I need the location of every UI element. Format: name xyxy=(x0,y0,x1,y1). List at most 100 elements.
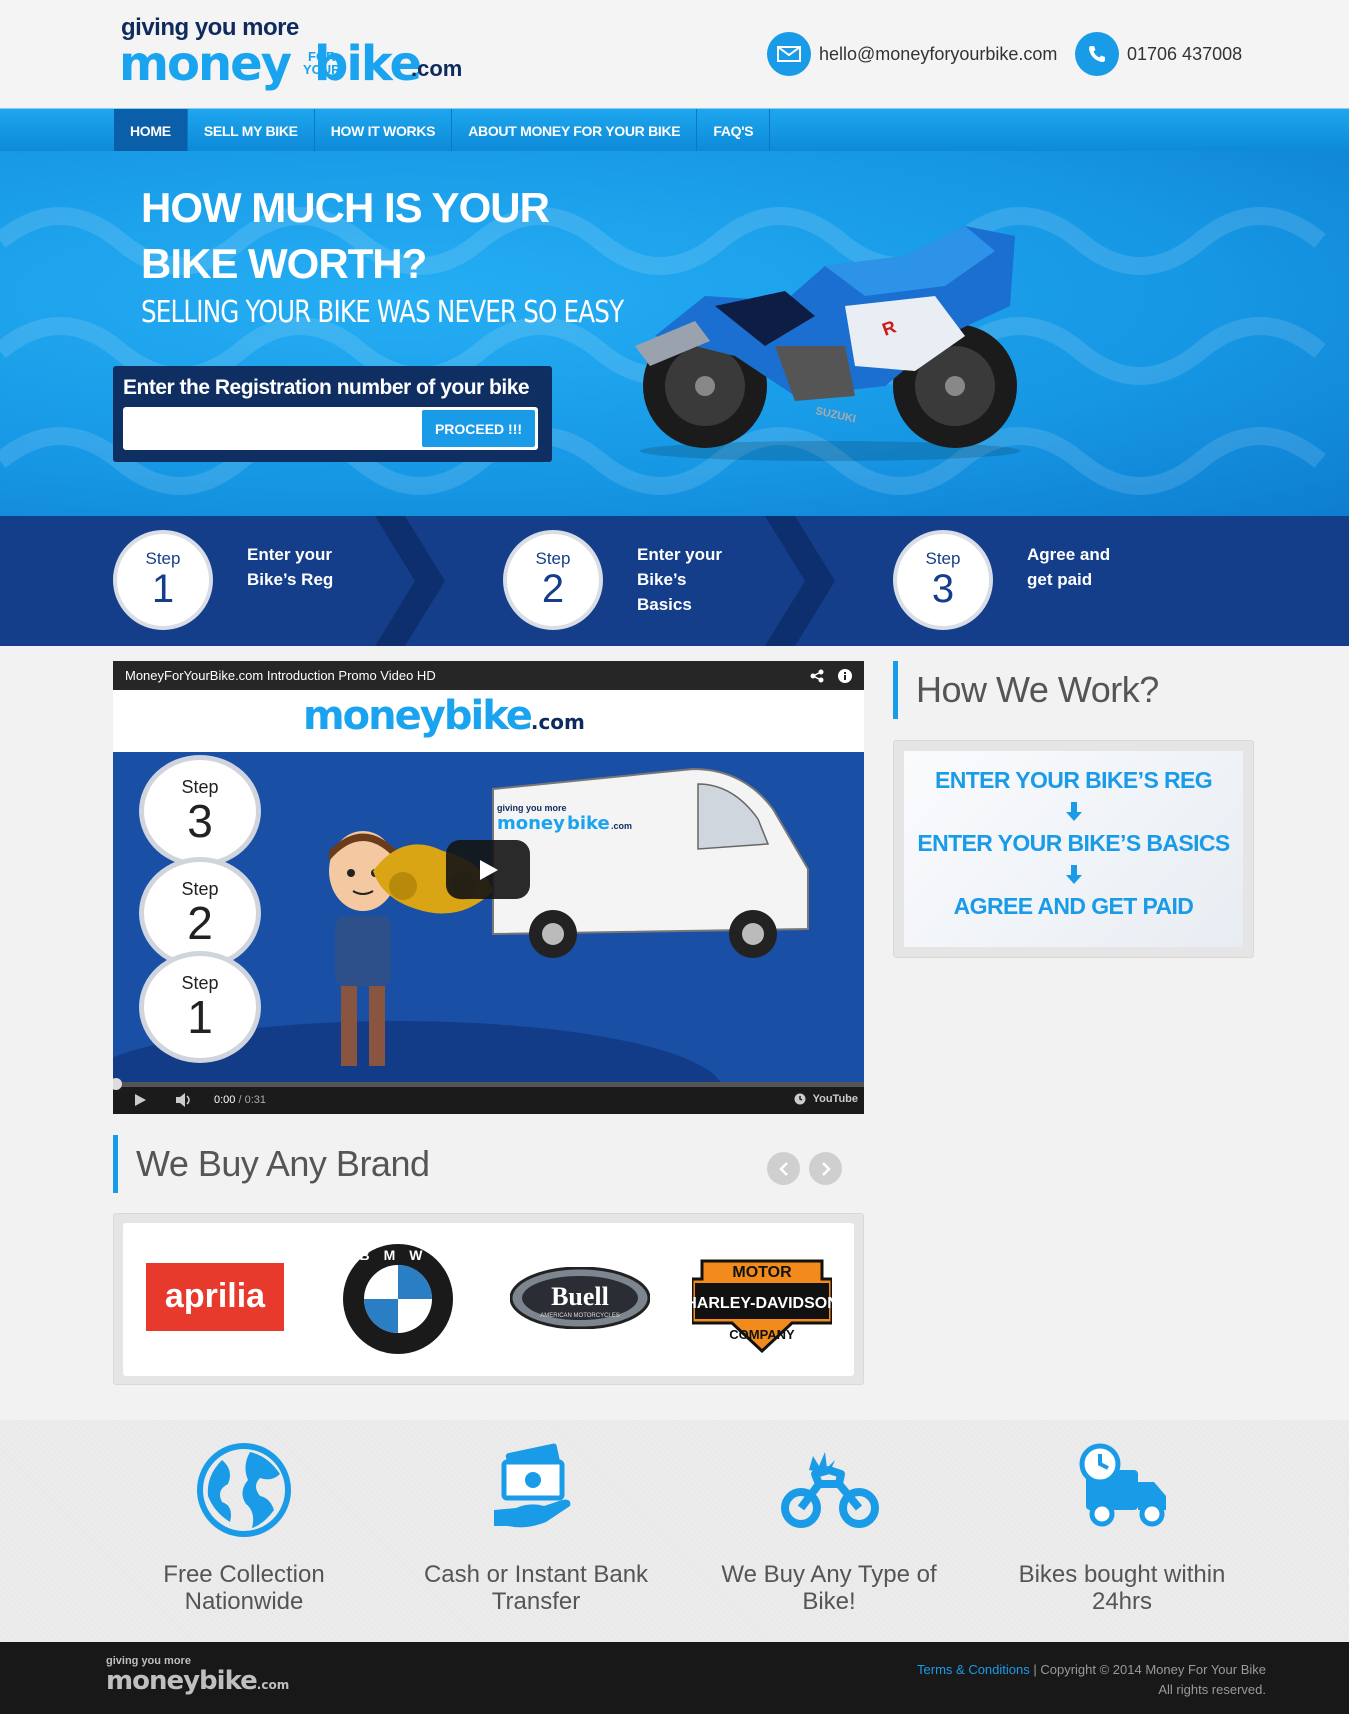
nav-faqs[interactable]: FAQ'S xyxy=(697,109,771,152)
how-we-work-graphic: ENTER YOUR BIKE’S REG ENTER YOUR BIKE’S … xyxy=(904,751,1243,947)
svg-text:giving you more: giving you more xyxy=(497,803,567,813)
van-image: giving you more money bike .com xyxy=(492,767,809,958)
aprilia-logo[interactable]: aprilia xyxy=(146,1263,284,1331)
scrubber-handle[interactable] xyxy=(113,1077,123,1091)
step-3: Step 3 Agree and get paid xyxy=(893,530,1110,630)
phone-icon xyxy=(1075,32,1119,76)
terms-link[interactable]: Terms & Conditions xyxy=(917,1662,1030,1677)
svg-text:BMW: BMW xyxy=(360,1247,437,1263)
bmw-logo[interactable]: BMW xyxy=(342,1243,454,1355)
steps-strip: Step 1 Enter your Bike’s Reg Step 2 Enter y… xyxy=(0,516,1349,646)
hero-heading: HOW MUCH IS YOUR BIKE WORTH? xyxy=(141,184,550,287)
hero-banner: HOW MUCH IS YOUR BIKE WORTH? SELLING YOU… xyxy=(0,151,1349,516)
hww-line-2: ENTER YOUR BIKE’S BASICS xyxy=(917,830,1230,856)
main-nav: HOME SELL MY BIKE HOW IT WORKS ABOUT MON… xyxy=(0,108,1349,152)
harley-davidson-logo[interactable]: MOTOR HARLEY-DAVIDSON COMPANY xyxy=(692,1253,832,1353)
feature-24hrs: Bikes bought within 24hrs xyxy=(992,1420,1252,1642)
volume-icon[interactable] xyxy=(175,1093,193,1107)
how-we-work-panel: ENTER YOUR BIKE’S REG ENTER YOUR BIKE’S … xyxy=(893,740,1254,958)
hww-line-1: ENTER YOUR BIKE’S REG xyxy=(934,767,1213,793)
share-icon[interactable] xyxy=(810,669,824,683)
play-button[interactable] xyxy=(446,840,530,899)
svg-text:AMERICAN MOTORCYCLES: AMERICAN MOTORCYCLES xyxy=(540,1313,620,1319)
buell-logo[interactable]: Buell AMERICAN MOTORCYCLES xyxy=(510,1267,650,1329)
logo-bike: bike xyxy=(314,36,422,92)
hww-line-3: AGREE AND GET PAID xyxy=(953,893,1194,919)
play-icon xyxy=(480,859,498,880)
svg-text:aprilia: aprilia xyxy=(165,1277,266,1315)
features-strip: Free Collection Nationwide Cash or Instan… xyxy=(0,1420,1349,1642)
svg-text:.com: .com xyxy=(611,821,632,831)
feature-label: Free Collection Nationwide xyxy=(163,1561,325,1615)
brands-prev-button[interactable] xyxy=(767,1152,800,1185)
watch-later-icon[interactable] xyxy=(794,1093,806,1105)
footer-logo[interactable]: giving you more moneybike.com xyxy=(106,1656,289,1699)
hero-subheading: SELLING YOUR BIKE WAS NEVER SO EASY xyxy=(141,295,624,330)
logo-com: .com xyxy=(411,56,463,81)
how-we-work-title: How We Work? xyxy=(893,661,1159,719)
video-step-3: Step 3 xyxy=(139,755,261,867)
arrow-down-icon xyxy=(1066,865,1082,884)
email-contact[interactable]: hello@moneyforyourbike.com xyxy=(767,32,1057,76)
brands-carousel: aprilia BMW Buell AMERICAN MOTORCYCLES M… xyxy=(113,1213,864,1385)
email-address[interactable]: hello@moneyforyourbike.com xyxy=(819,44,1057,65)
svg-text:MOTOR: MOTOR xyxy=(732,1264,792,1281)
brands-next-button[interactable] xyxy=(809,1152,842,1185)
step-badge: Step 3 xyxy=(893,530,993,630)
video-logo: moneybike.com xyxy=(303,693,585,739)
feature-any-bike: We Buy Any Type of Bike! xyxy=(699,1420,959,1642)
feature-label: Bikes bought within 24hrs xyxy=(1018,1561,1226,1615)
video-step-1: Step 1 xyxy=(139,951,261,1063)
brands-title: We Buy Any Brand xyxy=(113,1135,430,1193)
play-icon[interactable] xyxy=(133,1093,147,1107)
feature-label: We Buy Any Type of Bike! xyxy=(721,1561,937,1615)
phone-number[interactable]: 01706 437008 xyxy=(1127,44,1242,65)
youtube-logo[interactable]: YouTube xyxy=(813,1093,858,1105)
step-description: Enter your Bike’s Reg xyxy=(247,545,334,589)
footer-copyright: Terms & Conditions | Copyright © 2014 Mo… xyxy=(917,1662,1266,1697)
video-time: 0:00 / 0:31 xyxy=(214,1094,267,1106)
phone-contact[interactable]: 01706 437008 xyxy=(1075,32,1242,76)
svg-text:SUZUKI: SUZUKI xyxy=(814,405,857,425)
video-progress-bar[interactable] xyxy=(113,1082,864,1087)
delivery-truck-icon xyxy=(1079,1443,1166,1527)
video-title[interactable]: MoneyForYourBike.com Introduction Promo … xyxy=(113,661,864,690)
svg-text:money: money xyxy=(497,813,565,834)
nav-home[interactable]: HOME xyxy=(114,109,188,152)
globe-icon xyxy=(197,1443,291,1537)
site-footer: giving you more moneybike.com Terms & Co… xyxy=(0,1642,1349,1714)
cash-hand-icon xyxy=(494,1443,571,1528)
envelope-icon xyxy=(767,32,811,76)
nav-about[interactable]: ABOUT MONEY FOR YOUR BIKE xyxy=(452,109,698,152)
video-controls: 0:00 / 0:31 YouTube xyxy=(113,1078,864,1114)
chevron-left-icon xyxy=(778,1161,788,1176)
step-1: Step 1 Enter your Bike’s Reg xyxy=(113,530,333,630)
site-header: giving you more money FOR YOUR bike .com … xyxy=(0,0,1349,108)
proceed-button[interactable]: PROCEED !!! xyxy=(422,410,535,447)
svg-text:COMPANY: COMPANY xyxy=(729,1327,795,1342)
registration-label: Enter the Registration number of your bi… xyxy=(123,376,530,399)
svg-text:Buell: Buell xyxy=(551,1282,609,1311)
step-description: Enter your Bike’s Basics xyxy=(637,545,723,614)
feature-free-collection: Free Collection Nationwide xyxy=(114,1420,374,1642)
feature-label: Cash or Instant Bank Transfer xyxy=(423,1561,649,1615)
feature-cash-transfer: Cash or Instant Bank Transfer xyxy=(406,1420,666,1642)
step-2: Step 2 Enter your Bike’s Basics xyxy=(503,530,722,630)
motorbike-icon xyxy=(781,1452,879,1528)
sportbike-image: R SUZUKI xyxy=(635,226,1020,461)
step-badge: Step 2 xyxy=(503,530,603,630)
nav-how-it-works[interactable]: HOW IT WORKS xyxy=(315,109,453,152)
registration-form: Enter the Registration number of your bi… xyxy=(113,366,552,462)
chevron-right-icon xyxy=(821,1161,831,1176)
arrow-down-icon xyxy=(1066,802,1082,821)
step-description: Agree and get paid xyxy=(1027,545,1111,589)
nav-sell-my-bike[interactable]: SELL MY BIKE xyxy=(188,109,315,152)
brands-track: aprilia BMW Buell AMERICAN MOTORCYCLES M… xyxy=(123,1223,854,1376)
svg-text:HARLEY-DAVIDSON: HARLEY-DAVIDSON xyxy=(692,1295,832,1312)
step-badge: Step 1 xyxy=(113,530,213,630)
promo-video-player[interactable]: moneybike.com MoneyForYourBike.com Intro… xyxy=(113,661,864,1114)
info-icon[interactable] xyxy=(838,669,852,683)
site-logo[interactable]: giving you more money FOR YOUR bike .com xyxy=(119,14,479,94)
svg-text:bike: bike xyxy=(567,813,610,834)
logo-money: money xyxy=(119,36,292,92)
